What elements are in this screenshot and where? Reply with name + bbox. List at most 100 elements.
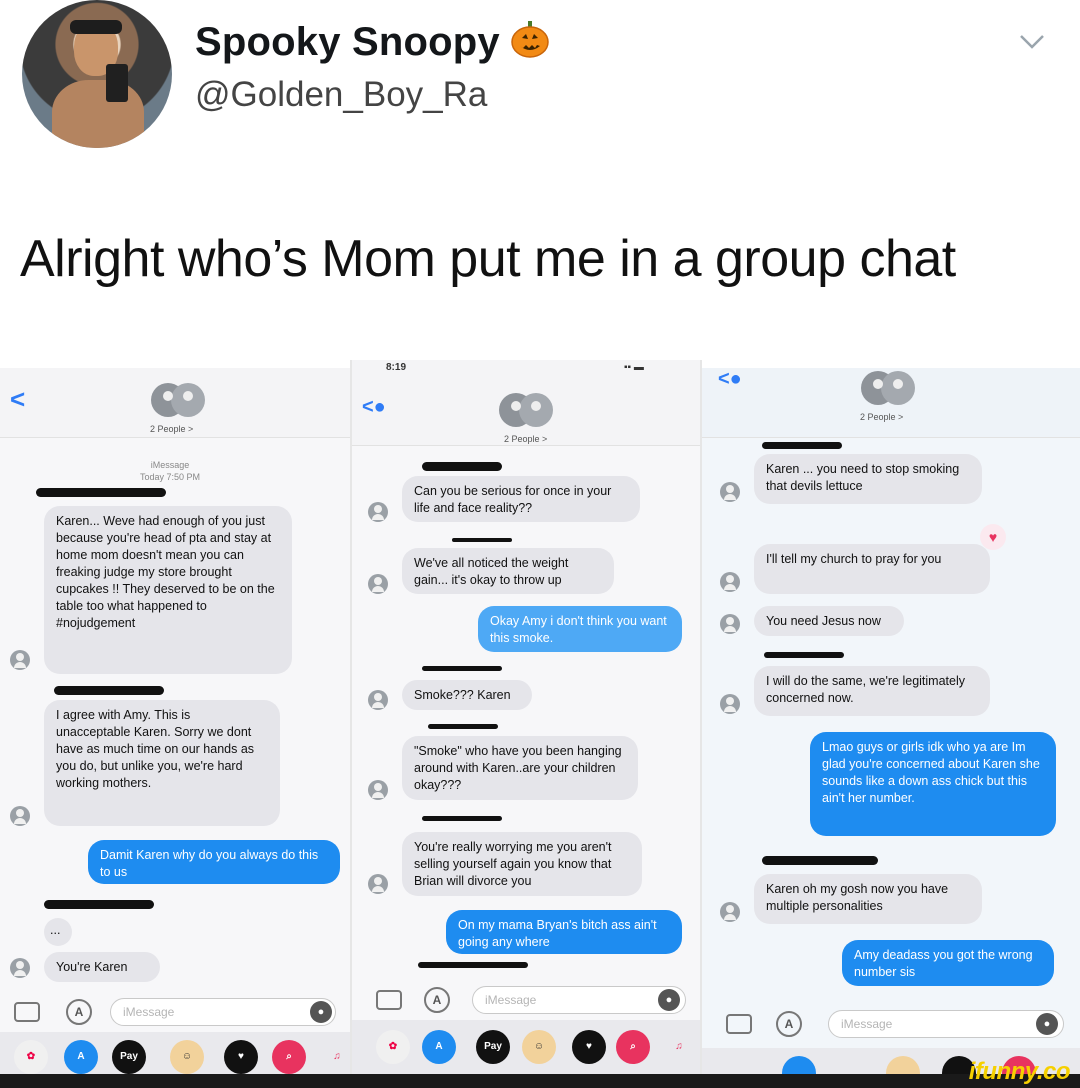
contact-avatar — [368, 502, 388, 522]
camera-icon[interactable] — [14, 1002, 40, 1022]
contact-avatar — [10, 806, 30, 826]
contact-avatar — [10, 650, 30, 670]
app-drawer: ✿ A Pay ☺ ♥ ⌕ ♫ — [0, 1032, 350, 1074]
search-images-icon[interactable]: ⌕ — [616, 1030, 650, 1064]
microphone-icon[interactable]: ● — [310, 1001, 332, 1023]
message-bubble: I'll tell my church to pray for you — [754, 544, 990, 594]
contact-avatar — [720, 482, 740, 502]
redacted-sender-name — [44, 900, 154, 909]
redacted-sender-name — [422, 816, 502, 821]
people-count[interactable]: 2 People > — [860, 412, 903, 422]
digital-touch-icon[interactable]: ♥ — [224, 1040, 258, 1074]
apple-pay-icon[interactable]: Pay — [112, 1040, 146, 1074]
camera-icon[interactable] — [726, 1014, 752, 1034]
contact-avatar — [368, 690, 388, 710]
message-input-bar: A iMessage ● — [702, 1008, 1080, 1048]
redacted-sender-name — [54, 686, 164, 695]
message-bubble: ... — [44, 918, 72, 946]
message-bubble: Smoke??? Karen — [402, 680, 532, 710]
chevron-down-icon[interactable] — [1018, 32, 1046, 52]
app-store-app-icon[interactable]: A — [422, 1030, 456, 1064]
message-bubble: You need Jesus now — [754, 606, 904, 636]
screenshot-panel-2: 8:19 ▪▪ ▬ <● 2 People > Can you be serio… — [352, 360, 700, 1074]
microphone-icon[interactable]: ● — [658, 989, 680, 1011]
message-bubble-sent: Amy deadass you got the wrong number sis — [842, 940, 1054, 986]
message-bubble: Karen oh my gosh now you have multiple p… — [754, 874, 982, 924]
back-icon[interactable]: <● — [718, 368, 742, 391]
redacted-sender-name — [762, 856, 878, 865]
message-input[interactable]: iMessage — [828, 1010, 1064, 1038]
message-bubble: "Smoke" who have you been hanging around… — [402, 736, 638, 800]
music-icon[interactable]: ♫ — [662, 1030, 696, 1064]
chat-header: 8:19 ▪▪ ▬ <● 2 People > — [352, 360, 700, 446]
signal-battery-icon: ▪▪ ▬ — [624, 362, 644, 373]
contact-avatar — [10, 958, 30, 978]
photos-app-icon[interactable]: ✿ — [376, 1030, 410, 1064]
message-bubble: Karen... Weve had enough of you just bec… — [44, 506, 292, 674]
watermark-bar — [0, 1074, 1080, 1088]
screenshot-panel-3: <● 2 People > Karen ... you need to stop… — [702, 368, 1080, 1074]
app-store-icon[interactable]: A — [66, 999, 92, 1025]
pumpkin-emoji-icon — [511, 21, 549, 58]
redacted-sender-name — [418, 962, 528, 968]
animoji-icon[interactable] — [886, 1056, 920, 1074]
watermark-logo: ifunny.co — [968, 1058, 1071, 1085]
message-bubble: We've all noticed the weight gain... it'… — [402, 548, 614, 594]
digital-touch-icon[interactable]: ♥ — [572, 1030, 606, 1064]
tweet-text: Alright who’s Mom put me in a group chat — [20, 230, 956, 288]
message-bubble: Can you be serious for once in your life… — [402, 476, 640, 522]
user-handle[interactable]: @Golden_Boy_Ra — [195, 75, 487, 115]
message-bubble: I will do the same, we're legitimately c… — [754, 666, 990, 716]
animoji-icon[interactable]: ☺ — [522, 1030, 556, 1064]
redacted-sender-name — [762, 442, 842, 449]
microphone-icon[interactable]: ● — [1036, 1013, 1058, 1035]
back-icon[interactable]: < — [10, 384, 25, 415]
back-icon[interactable]: <● — [362, 396, 386, 419]
message-bubble-sent: Damit Karen why do you always do this to… — [88, 840, 340, 884]
message-bubble: I agree with Amy. This is unacceptable K… — [44, 700, 280, 826]
timestamp: Today 7:50 PM — [139, 472, 201, 482]
chat-header: < 2 People > — [0, 368, 350, 438]
service-label: iMessage — [150, 460, 190, 470]
message-bubble-sent: Lmao guys or girls idk who ya are Im gla… — [810, 732, 1056, 836]
message-bubble: You're really worrying me you aren't sel… — [402, 832, 642, 896]
message-input[interactable]: iMessage — [110, 998, 336, 1026]
message-input-bar: A iMessage ● — [352, 984, 700, 1024]
people-count[interactable]: 2 People > — [504, 434, 547, 444]
contact-avatar — [368, 780, 388, 800]
status-time: 8:19 — [386, 362, 407, 373]
contact-avatar — [720, 694, 740, 714]
apple-pay-icon[interactable]: Pay — [476, 1030, 510, 1064]
redacted-sender-name — [764, 652, 844, 658]
app-store-app-icon[interactable]: A — [64, 1040, 98, 1074]
app-drawer: ✿ A Pay ☺ ♥ ⌕ ♫ — [352, 1020, 700, 1074]
heart-reaction-icon[interactable]: ♥ — [980, 524, 1006, 550]
contact-avatar — [368, 874, 388, 894]
message-bubble: Karen ... you need to stop smoking that … — [754, 454, 982, 504]
search-images-icon[interactable]: ⌕ — [272, 1040, 306, 1074]
contact-avatar — [720, 902, 740, 922]
music-icon[interactable]: ♫ — [320, 1040, 350, 1074]
people-count[interactable]: 2 People > — [150, 424, 193, 434]
message-input-bar: A iMessage ● — [0, 996, 350, 1036]
redacted-sender-name — [452, 538, 512, 542]
contact-avatar — [720, 572, 740, 592]
contact-avatar — [720, 614, 740, 634]
redacted-sender-name — [36, 488, 166, 497]
group-avatar-icon — [151, 383, 205, 417]
camera-icon[interactable] — [376, 990, 402, 1010]
app-store-icon[interactable]: A — [776, 1011, 802, 1037]
group-avatar-icon — [861, 371, 915, 405]
app-store-app-icon[interactable] — [782, 1056, 816, 1074]
profile-avatar[interactable] — [22, 0, 172, 148]
message-bubble-sent: On my mama Bryan's bitch ass ain't going… — [446, 910, 682, 954]
animoji-icon[interactable]: ☺ — [170, 1040, 204, 1074]
message-bubble: You're Karen — [44, 952, 160, 982]
app-store-icon[interactable]: A — [424, 987, 450, 1013]
redacted-sender-name — [422, 462, 502, 471]
display-name[interactable]: Spooky Snoopy — [195, 20, 500, 65]
contact-avatar — [368, 574, 388, 594]
message-input[interactable]: iMessage — [472, 986, 686, 1014]
chat-header: <● 2 People > — [702, 368, 1080, 438]
photos-app-icon[interactable]: ✿ — [14, 1040, 48, 1074]
